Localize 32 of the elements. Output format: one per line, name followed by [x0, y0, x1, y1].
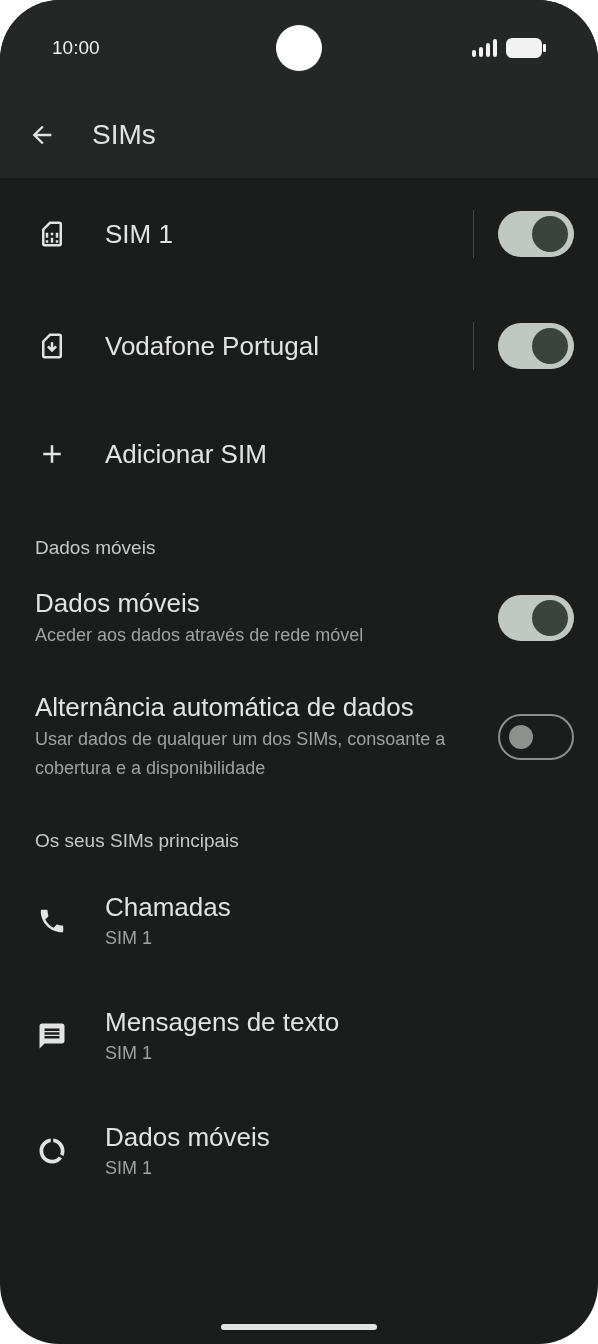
battery-icon	[506, 38, 546, 58]
setting-title: Alternância automática de dados	[35, 691, 415, 724]
sim-title: Vodafone Portugal	[105, 329, 320, 363]
item-title: Mensagens de texto	[105, 1006, 340, 1039]
item-subtitle: SIM 1	[105, 927, 153, 950]
sim-title: SIM 1	[105, 217, 174, 251]
sim-row[interactable]: SIM 1	[0, 178, 598, 290]
item-title: Chamadas	[105, 891, 231, 924]
setting-subtitle: Usar dados de qualquer um dos SIMs, consoante a cobertura e a disponibilidade	[35, 728, 447, 780]
item-subtitle: SIM 1	[105, 1042, 153, 1065]
list-item[interactable]: Chamadas SIM 1	[0, 863, 598, 978]
toggle-switch[interactable]	[498, 211, 574, 257]
list-item[interactable]: Dados móveis SIM 1	[0, 1093, 598, 1208]
switch-row[interactable]: Dados móveis Aceder aos dados através de rede móvel	[0, 566, 598, 670]
setting-subtitle: Aceder aos dados através de rede móvel	[35, 624, 365, 647]
section-header: Dados móveis	[35, 535, 156, 560]
camera-cutout	[276, 25, 322, 71]
list-item[interactable]: Mensagens de texto SIM 1	[0, 978, 598, 1093]
item-title: Dados móveis	[105, 1121, 270, 1154]
toggle-switch[interactable]	[498, 323, 574, 369]
toggle-switch[interactable]	[498, 595, 574, 641]
switch-row[interactable]: Alternância automática de dados Usar dados de qualquer um dos SIMs, consoante a cobertura e a disponibilidade	[0, 670, 598, 803]
item-subtitle: SIM 1	[105, 1157, 153, 1180]
sim-row[interactable]: Vodafone Portugal	[0, 290, 598, 402]
page-title: SIMs	[92, 118, 156, 152]
status-time: 10:00	[52, 35, 100, 60]
setting-title: Dados móveis	[35, 587, 201, 620]
signal-icon	[472, 39, 498, 57]
toggle-switch[interactable]	[498, 713, 574, 760]
section-header: Os seus SIMs principais	[35, 828, 239, 853]
sim-title: Adicionar SIM	[105, 437, 268, 471]
sim-row[interactable]: Adicionar SIM	[0, 402, 598, 506]
